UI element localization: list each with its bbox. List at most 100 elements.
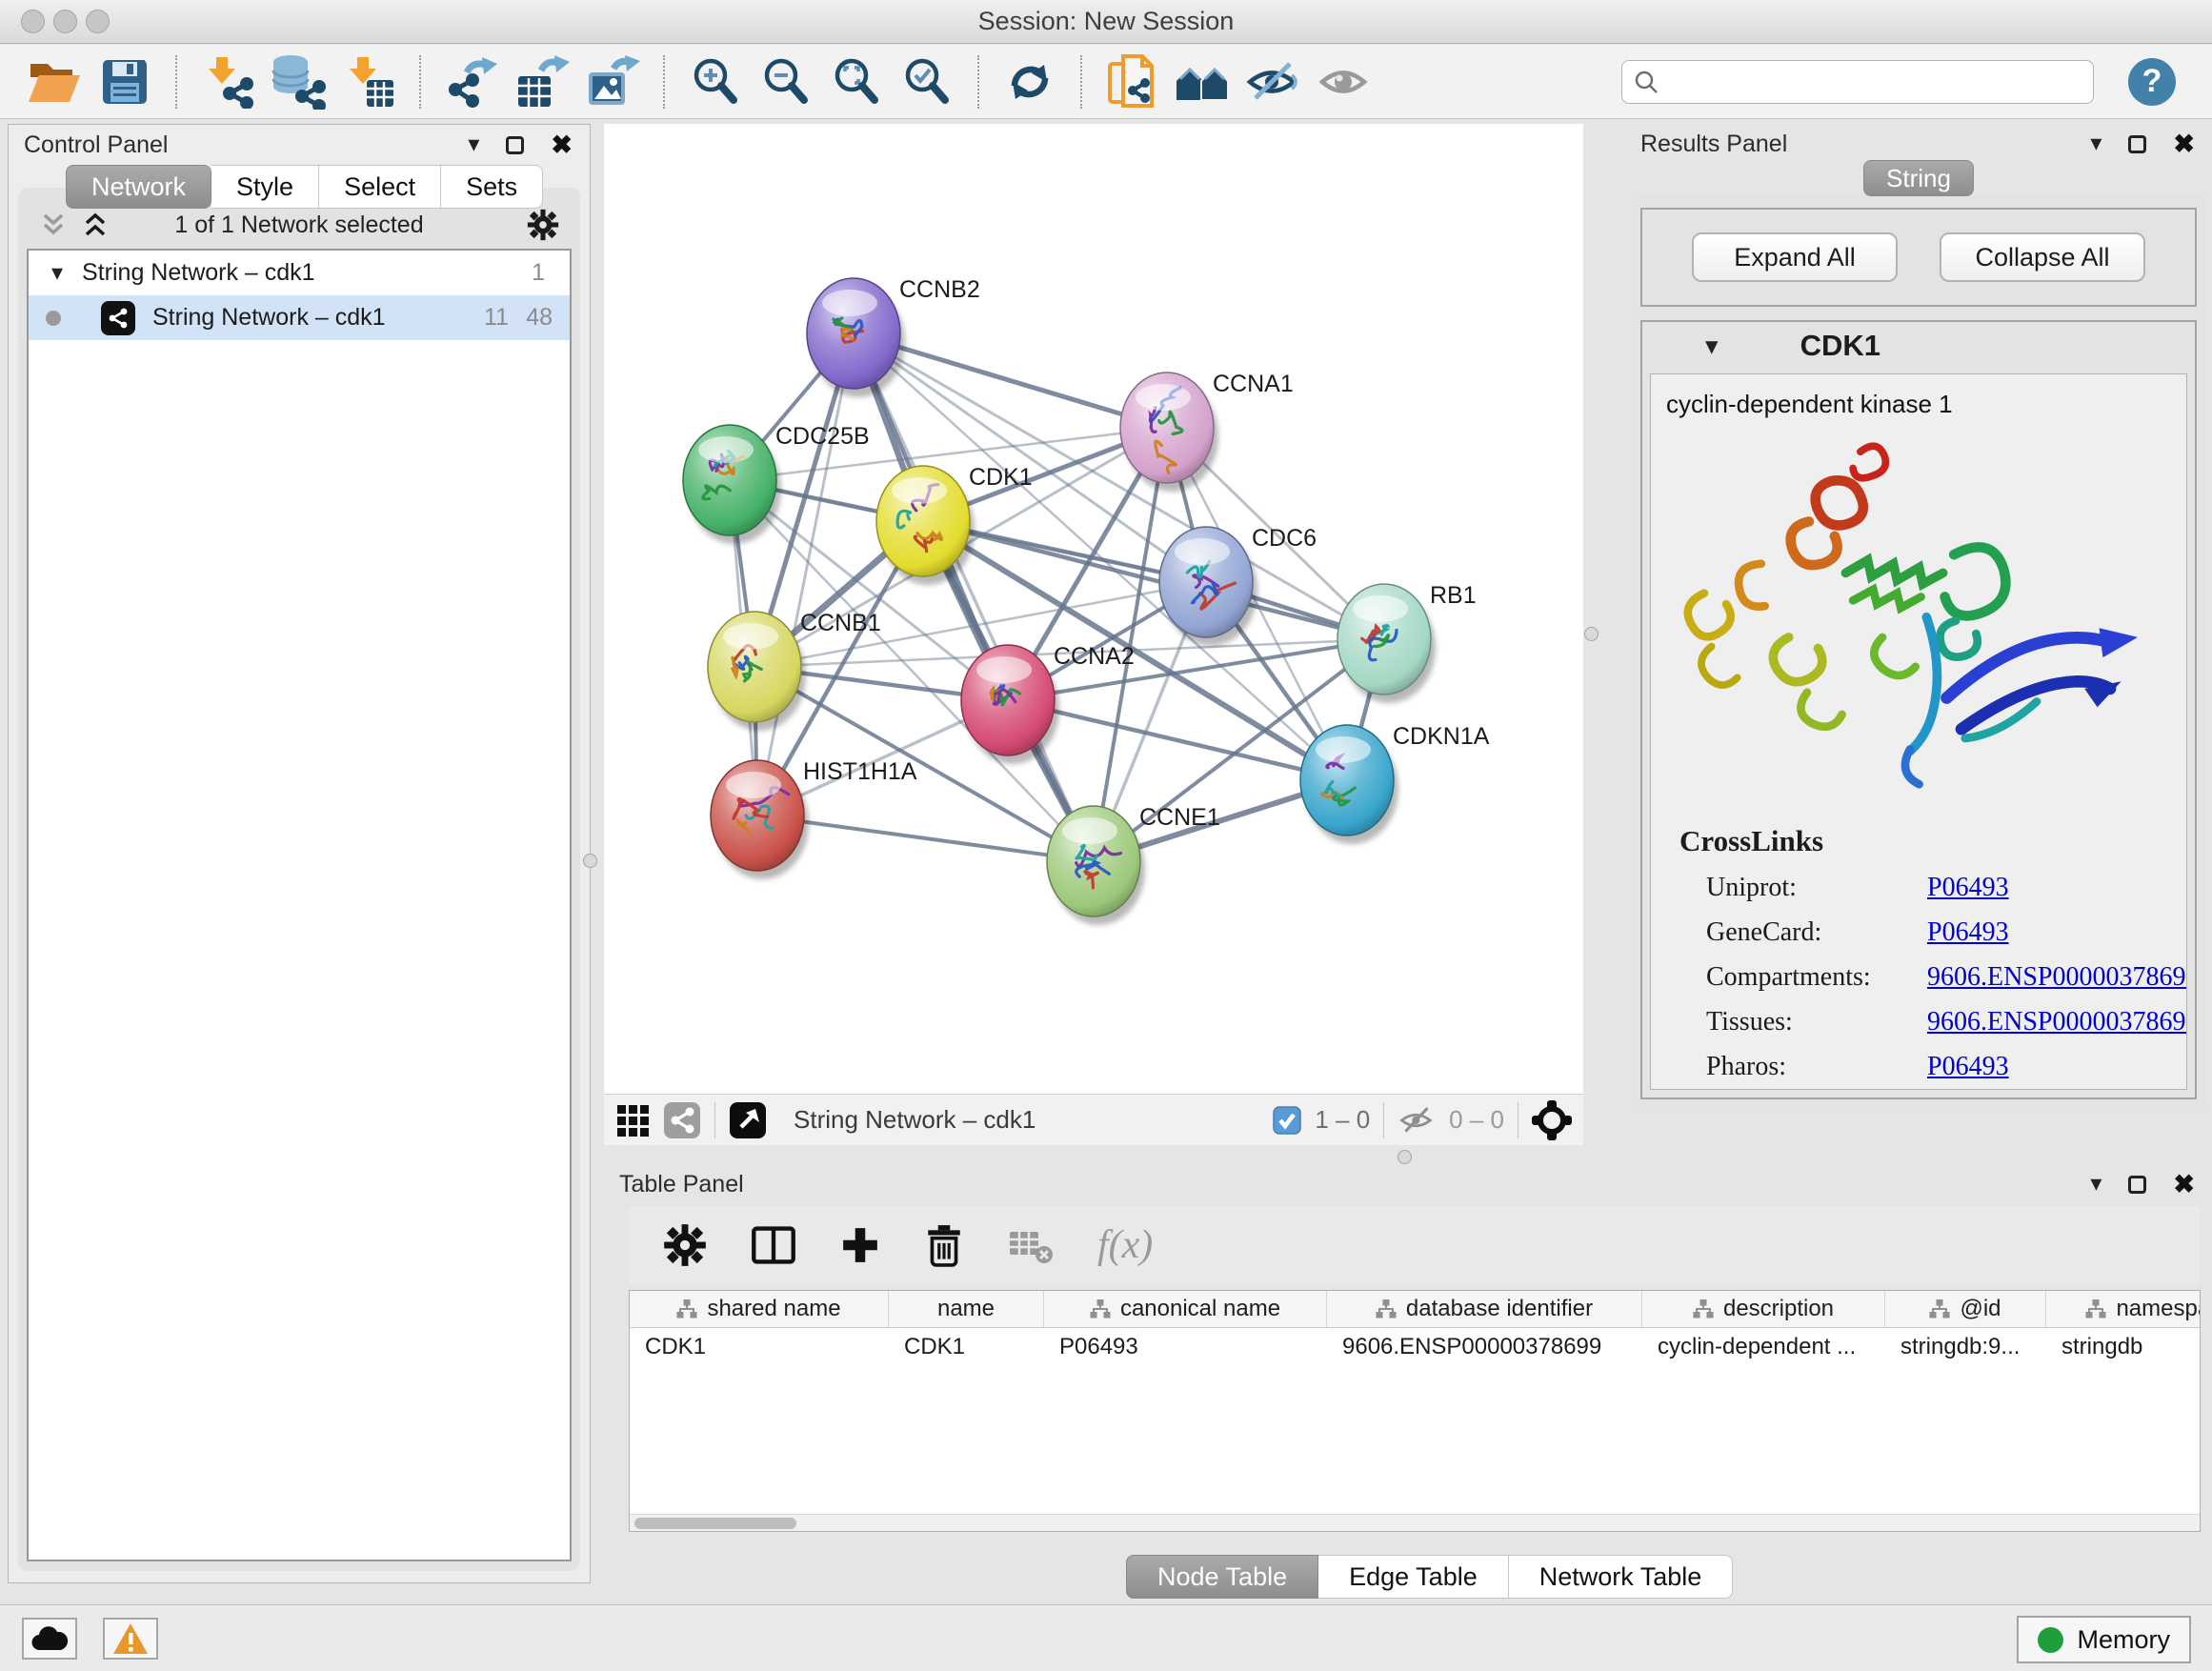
right-splitter-handle[interactable] — [1584, 627, 1599, 641]
crosslink-link[interactable]: P06493 — [1927, 1052, 2009, 1082]
export-table-button[interactable] — [511, 51, 573, 112]
network-node-CCNA1[interactable] — [1120, 372, 1218, 492]
column-header-description[interactable]: description — [1642, 1291, 1885, 1327]
show-graphics-details-button[interactable] — [1313, 51, 1376, 112]
delete-table-icon[interactable] — [1008, 1226, 1054, 1264]
network-node-CCNA2[interactable] — [961, 645, 1059, 764]
open-session-button[interactable] — [23, 51, 86, 112]
tab-node-table[interactable]: Node Table — [1126, 1555, 1318, 1599]
column-header-name[interactable]: name — [889, 1291, 1044, 1327]
table-cell[interactable]: stringdb:9... — [1885, 1328, 2046, 1365]
table-cell[interactable]: P06493 — [1044, 1328, 1327, 1365]
results-panel-close-icon[interactable]: ✖ — [2173, 131, 2195, 157]
help-button[interactable]: ? — [2128, 58, 2176, 106]
results-panel-menu-icon[interactable]: ▾ — [2090, 132, 2101, 155]
apply-layout-button[interactable] — [998, 51, 1061, 112]
table-panel-float-icon[interactable] — [2128, 1176, 2146, 1194]
pan-crosshair-icon[interactable] — [1532, 1100, 1572, 1140]
hide-selection-button[interactable] — [1242, 51, 1305, 112]
table-cell[interactable]: stringdb — [2046, 1328, 2201, 1365]
first-neighbors-button[interactable] — [1172, 51, 1235, 112]
tab-edge-table[interactable]: Edge Table — [1318, 1555, 1509, 1599]
control-panel-menu-icon[interactable]: ▾ — [468, 133, 479, 156]
tab-network-table[interactable]: Network Table — [1509, 1555, 1734, 1599]
search-input[interactable] — [1668, 69, 2081, 95]
crosslink-link[interactable]: 9606.ENSP00000378699 — [1927, 962, 2187, 993]
tab-style[interactable]: Style — [211, 165, 319, 209]
network-node-HIST1H1A[interactable] — [711, 760, 809, 879]
control-panel-close-icon[interactable]: ✖ — [551, 132, 573, 158]
birdseye-view-icon[interactable] — [615, 1103, 650, 1137]
zoom-selected-button[interactable] — [895, 51, 958, 112]
zoom-in-button[interactable] — [684, 51, 747, 112]
network-node-CCNE1[interactable] — [1047, 806, 1145, 925]
tab-string[interactable]: String — [1863, 160, 1974, 196]
collection-expand-icon[interactable]: ▾ — [51, 262, 63, 285]
crosslink-link[interactable]: P06493 — [1927, 873, 2009, 903]
scrollbar-thumb[interactable] — [634, 1518, 796, 1529]
column-visibility-icon[interactable] — [751, 1225, 796, 1265]
zoom-out-button[interactable] — [754, 51, 817, 112]
table-cell[interactable]: 9606.ENSP00000378699 — [1327, 1328, 1642, 1365]
memory-button[interactable]: Memory — [2017, 1616, 2191, 1663]
warnings-button[interactable] — [103, 1618, 158, 1660]
horizontal-splitter-handle[interactable] — [1398, 1150, 1412, 1164]
cloud-services-button[interactable] — [22, 1618, 77, 1660]
string-panel-icon[interactable] — [663, 1101, 701, 1139]
export-network-button[interactable] — [440, 51, 503, 112]
tab-sets[interactable]: Sets — [441, 165, 543, 209]
table-row[interactable]: CDK1CDK1P064939606.ENSP00000378699cyclin… — [630, 1328, 2200, 1365]
selected-checkbox-icon[interactable] — [1273, 1106, 1301, 1135]
import-table-from-file-button[interactable] — [337, 51, 400, 112]
table-panel-close-icon[interactable]: ✖ — [2173, 1172, 2195, 1198]
import-network-from-file-button[interactable] — [196, 51, 259, 112]
column-header-database-identifier[interactable]: database identifier — [1327, 1291, 1642, 1327]
network-node-CCNB1[interactable] — [708, 612, 806, 731]
table-cell[interactable]: CDK1 — [630, 1328, 889, 1365]
network-node-CDC6[interactable] — [1159, 527, 1257, 646]
table-cell[interactable]: CDK1 — [889, 1328, 1044, 1365]
save-session-button[interactable] — [93, 51, 156, 112]
left-splitter-handle[interactable] — [583, 854, 597, 868]
network-node-CDK1[interactable] — [876, 466, 975, 585]
copy-network-button[interactable] — [1101, 51, 1164, 112]
collapse-all-button[interactable]: Collapse All — [1940, 232, 2145, 282]
add-column-plus-icon[interactable] — [840, 1225, 880, 1265]
protein-collapse-icon[interactable]: ▾ — [1705, 333, 1719, 359]
expand-all-button[interactable]: Expand All — [1692, 232, 1898, 282]
network-node-CDKN1A[interactable] — [1300, 725, 1398, 844]
horizontal-scrollbar[interactable] — [630, 1514, 2200, 1531]
hidden-eye-icon[interactable] — [1398, 1104, 1436, 1137]
results-panel-float-icon[interactable] — [2128, 135, 2146, 153]
network-node-CCNB2[interactable] — [807, 278, 905, 397]
network-node-RB1[interactable] — [1337, 584, 1436, 703]
crosslink-link[interactable]: 9606.ENSP00000378699 — [1927, 1007, 2187, 1037]
column-header-canonical-name[interactable]: canonical name — [1044, 1291, 1327, 1327]
toolbar-search[interactable] — [1621, 60, 2094, 104]
network-row[interactable]: String Network – cdk1 11 48 — [29, 295, 570, 340]
network-options-gear-icon[interactable] — [527, 209, 559, 241]
network-edge[interactable] — [757, 333, 854, 815]
table-settings-gear-icon[interactable] — [663, 1223, 707, 1267]
protein-result-header[interactable]: ▾ CDK1 — [1642, 322, 2195, 370]
collapse-all-icon[interactable] — [39, 212, 68, 237]
column-header-namespace[interactable]: namespace — [2046, 1291, 2201, 1327]
function-builder-icon[interactable]: f(x) — [1097, 1222, 1153, 1268]
delete-trash-icon[interactable] — [924, 1223, 964, 1267]
network-node-CDC25B[interactable] — [683, 425, 781, 544]
column-header-shared-name[interactable]: shared name — [630, 1291, 889, 1327]
network-canvas[interactable]: CCNB2CCNA1CDC25BCDK1CDC6RB1CCNB1CCNA2CDK… — [604, 124, 1583, 1094]
crosslink-link[interactable]: P06493 — [1927, 917, 2009, 948]
zoom-fit-button[interactable] — [825, 51, 888, 112]
open-in-window-icon[interactable] — [729, 1101, 767, 1139]
export-image-button[interactable] — [581, 51, 644, 112]
control-panel-float-icon[interactable] — [506, 136, 524, 154]
column-header--id[interactable]: @id — [1885, 1291, 2046, 1327]
network-collection-row[interactable]: ▾ String Network – cdk1 1 — [29, 251, 570, 295]
import-network-from-database-button[interactable] — [267, 51, 330, 112]
expand-all-icon[interactable] — [81, 212, 110, 237]
tab-select[interactable]: Select — [319, 165, 441, 209]
tab-network[interactable]: Network — [66, 165, 211, 209]
table-cell[interactable]: cyclin-dependent ... — [1642, 1328, 1885, 1365]
table-panel-menu-icon[interactable]: ▾ — [2090, 1173, 2101, 1196]
